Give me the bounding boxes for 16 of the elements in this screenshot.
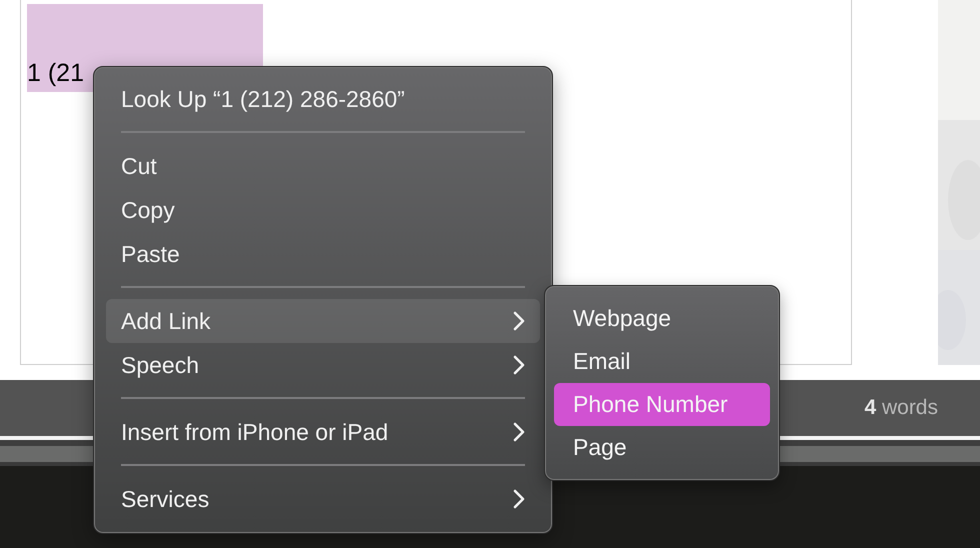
menu-item[interactable]: Services xyxy=(106,477,540,521)
menu-item[interactable]: Page xyxy=(554,426,770,469)
menu-item[interactable]: Add Link xyxy=(106,299,540,343)
menu-item[interactable]: Copy xyxy=(106,188,540,232)
chevron-right-icon xyxy=(513,489,525,509)
menu-item[interactable]: Paste xyxy=(106,232,540,276)
menu-item[interactable]: Insert from iPhone or iPad xyxy=(106,410,540,454)
chevron-right-icon xyxy=(513,311,525,331)
menu-item[interactable]: Email xyxy=(554,340,770,383)
menu-item[interactable]: Webpage xyxy=(554,297,770,340)
chevron-right-icon xyxy=(513,355,525,375)
chevron-right-icon xyxy=(513,422,525,442)
menu-item[interactable]: Cut xyxy=(106,144,540,188)
menu-item[interactable]: Phone Number xyxy=(554,383,770,426)
word-count: 4 words xyxy=(864,396,938,420)
menu-item[interactable]: Speech xyxy=(106,343,540,387)
